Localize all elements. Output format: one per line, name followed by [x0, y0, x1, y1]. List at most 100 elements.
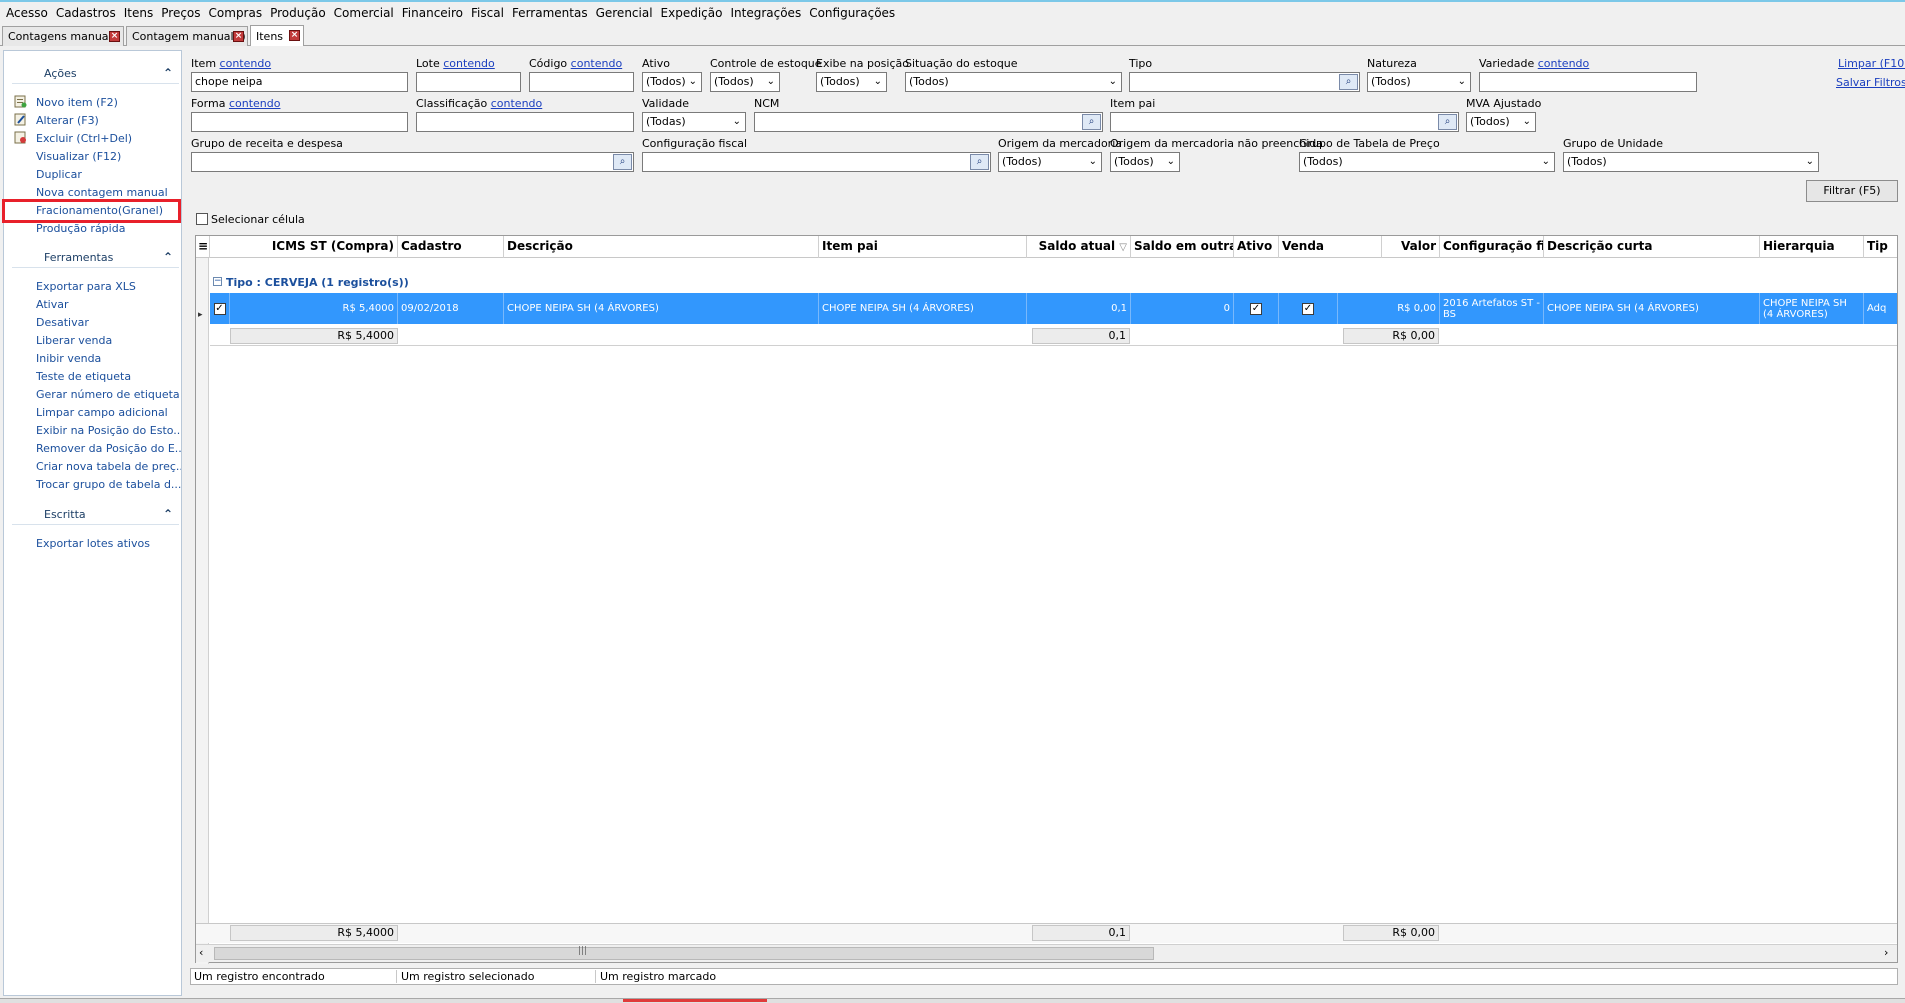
tool-gerar-numero-etiqueta[interactable]: Gerar número de etiqueta — [36, 388, 181, 401]
contendo-link[interactable]: contendo — [1538, 57, 1590, 70]
menu-expedicao[interactable]: Expedição — [659, 6, 729, 20]
close-icon[interactable]: × — [233, 31, 244, 42]
menu-precos[interactable]: Preços — [159, 6, 206, 20]
ativo-select[interactable]: (Todos) ⌄ — [642, 72, 702, 92]
action-duplicar[interactable]: Duplicar — [36, 168, 181, 181]
tool-liberar-venda[interactable]: Liberar venda — [36, 334, 181, 347]
tool-trocar-grupo[interactable]: Trocar grupo de tabela d... — [36, 478, 181, 491]
forma-input[interactable] — [191, 112, 408, 132]
col-icms-st[interactable]: ICMS ST (Compra) — [210, 236, 398, 258]
close-icon[interactable]: × — [109, 31, 120, 42]
horizontal-scrollbar[interactable]: ‹ ||| › — [196, 944, 1897, 962]
cell-hierarquia[interactable]: CHOPE NEIPA SH (4 ÁRVORES) — [1760, 293, 1864, 324]
table-row[interactable]: ✓ R$ 5,4000 09/02/2018 CHOPE NEIPA SH (4… — [210, 293, 1897, 324]
limpar-link[interactable]: Limpar (F10) — [1838, 57, 1905, 70]
origem-np-select[interactable]: (Todos) ⌄ — [1110, 152, 1180, 172]
chevron-up-icon[interactable]: ⌃ — [163, 507, 173, 521]
binoculars-icon[interactable]: ⌕ — [970, 154, 989, 170]
col-cadastro[interactable]: Cadastro — [398, 236, 504, 258]
cell-valor[interactable]: R$ 0,00 — [1338, 293, 1440, 324]
config-fiscal-input[interactable]: ⌕ — [642, 152, 991, 172]
situacao-select[interactable]: (Todos) ⌄ — [905, 72, 1122, 92]
tab-contagens-manuais[interactable]: Contagens manuais × — [2, 26, 124, 46]
cell-saldo-outra[interactable]: 0 — [1131, 293, 1234, 324]
variedade-input[interactable] — [1479, 72, 1697, 92]
col-ativo[interactable]: Ativo — [1234, 236, 1279, 258]
section-acoes-header[interactable]: Ações ⌃ — [4, 64, 181, 82]
menu-itens[interactable]: Itens — [122, 6, 159, 20]
salvar-filtros-link[interactable]: Salvar Filtros — [1836, 76, 1905, 89]
cell-cadastro[interactable]: 09/02/2018 — [398, 293, 504, 324]
binoculars-icon[interactable]: ⌕ — [613, 154, 632, 170]
chevron-up-icon[interactable]: ⌃ — [163, 66, 173, 80]
item-input[interactable]: chope neipa — [191, 72, 408, 92]
col-valor[interactable]: Valor — [1338, 236, 1440, 258]
menu-financeiro[interactable]: Financeiro — [400, 6, 469, 20]
cell-venda[interactable]: ✓ — [1279, 293, 1338, 324]
grupo-tabela-select[interactable]: (Todos) ⌄ — [1299, 152, 1555, 172]
action-nova-contagem-manual[interactable]: Nova contagem manual — [36, 186, 181, 199]
codigo-input[interactable] — [529, 72, 634, 92]
row-checkbox[interactable]: ✓ — [213, 302, 226, 315]
menu-compras[interactable]: Compras — [207, 6, 269, 20]
menu-producao[interactable]: Produção — [268, 6, 332, 20]
menu-fiscal[interactable]: Fiscal — [469, 6, 510, 20]
tool-ativar[interactable]: Ativar — [36, 298, 181, 311]
itempai-input[interactable]: ⌕ — [1110, 112, 1459, 132]
mva-select[interactable]: (Todos) ⌄ — [1466, 112, 1536, 132]
tool-remover-posicao[interactable]: Remover da Posição do E... — [36, 442, 181, 455]
cell-icms[interactable]: R$ 5,4000 — [230, 293, 398, 324]
menu-acesso[interactable]: Acesso — [4, 6, 54, 20]
cell-config-fiscal[interactable]: 2016 Artefatos ST - BS — [1440, 293, 1544, 324]
origem-select[interactable]: (Todos) ⌄ — [998, 152, 1102, 172]
action-visualizar[interactable]: Visualizar (F12) — [36, 150, 181, 163]
validade-select[interactable]: (Todas) ⌄ — [642, 112, 746, 132]
binoculars-icon[interactable]: ⌕ — [1082, 114, 1101, 130]
tool-limpar-campo[interactable]: Limpar campo adicional — [36, 406, 181, 419]
close-icon[interactable]: × — [289, 30, 300, 41]
venda-checkbox[interactable]: ✓ — [1302, 302, 1314, 315]
col-descricao-curta[interactable]: Descrição curta — [1544, 236, 1760, 258]
menu-configuracoes[interactable]: Configurações — [807, 6, 901, 20]
action-alterar[interactable]: Alterar (F3) — [36, 114, 181, 127]
escritta-exportar-lotes[interactable]: Exportar lotes ativos — [36, 537, 181, 550]
scrollbar-thumb[interactable] — [214, 947, 1154, 960]
col-saldo-atual[interactable]: Saldo atual ▽ — [1027, 236, 1131, 258]
col-hierarquia[interactable]: Hierarquia — [1760, 236, 1864, 258]
cell-ativo[interactable]: ✓ — [1234, 293, 1279, 324]
ativo-checkbox[interactable]: ✓ — [1250, 302, 1262, 315]
cell-descricao-curta[interactable]: CHOPE NEIPA SH (4 ÁRVORES) — [1544, 293, 1760, 324]
grupo-receita-input[interactable]: ⌕ — [191, 152, 634, 172]
section-escritta-header[interactable]: Escritta ⌃ — [4, 505, 181, 523]
section-ferramentas-header[interactable]: Ferramentas ⌃ — [4, 248, 181, 266]
action-novo-item[interactable]: Novo item (F2) — [36, 96, 181, 109]
menu-ferramentas[interactable]: Ferramentas — [510, 6, 594, 20]
tool-exportar-xls[interactable]: Exportar para XLS — [36, 280, 181, 293]
tool-desativar[interactable]: Desativar — [36, 316, 181, 329]
col-descricao[interactable]: Descrição — [504, 236, 819, 258]
ncm-input[interactable]: ⌕ — [754, 112, 1103, 132]
binoculars-icon[interactable]: ⌕ — [1438, 114, 1457, 130]
col-config-fiscal[interactable]: Configuração fi: — [1440, 236, 1544, 258]
contendo-link[interactable]: contendo — [220, 57, 272, 70]
cell-descricao[interactable]: CHOPE NEIPA SH (4 ÁRVORES) — [504, 293, 819, 324]
row-mark-cell[interactable]: ✓ — [210, 293, 230, 324]
menu-gerencial[interactable]: Gerencial — [594, 6, 659, 20]
menu-comercial[interactable]: Comercial — [332, 6, 400, 20]
cell-saldo-atual[interactable]: 0,1 — [1027, 293, 1131, 324]
col-item-pai[interactable]: Item pai — [819, 236, 1027, 258]
scroll-left-icon[interactable]: ‹ — [199, 946, 203, 959]
select-cell-checkbox[interactable] — [196, 213, 208, 225]
tab-contagem-manual[interactable]: Contagem manual () × — [126, 26, 248, 46]
filtrar-button[interactable]: Filtrar (F5) — [1806, 180, 1898, 202]
grupo-unidade-select[interactable]: (Todos) ⌄ — [1563, 152, 1819, 172]
menu-integracoes[interactable]: Integrações — [728, 6, 807, 20]
lote-input[interactable] — [416, 72, 521, 92]
menu-cadastros[interactable]: Cadastros — [54, 6, 122, 20]
binoculars-icon[interactable]: ⌕ — [1339, 74, 1358, 90]
scroll-right-icon[interactable]: › — [1884, 946, 1888, 959]
collapse-icon[interactable]: − — [213, 277, 222, 286]
tool-teste-etiqueta[interactable]: Teste de etiqueta — [36, 370, 181, 383]
chevron-up-icon[interactable]: ⌃ — [163, 250, 173, 264]
tool-criar-tabela[interactable]: Criar nova tabela de preç... — [36, 460, 181, 473]
